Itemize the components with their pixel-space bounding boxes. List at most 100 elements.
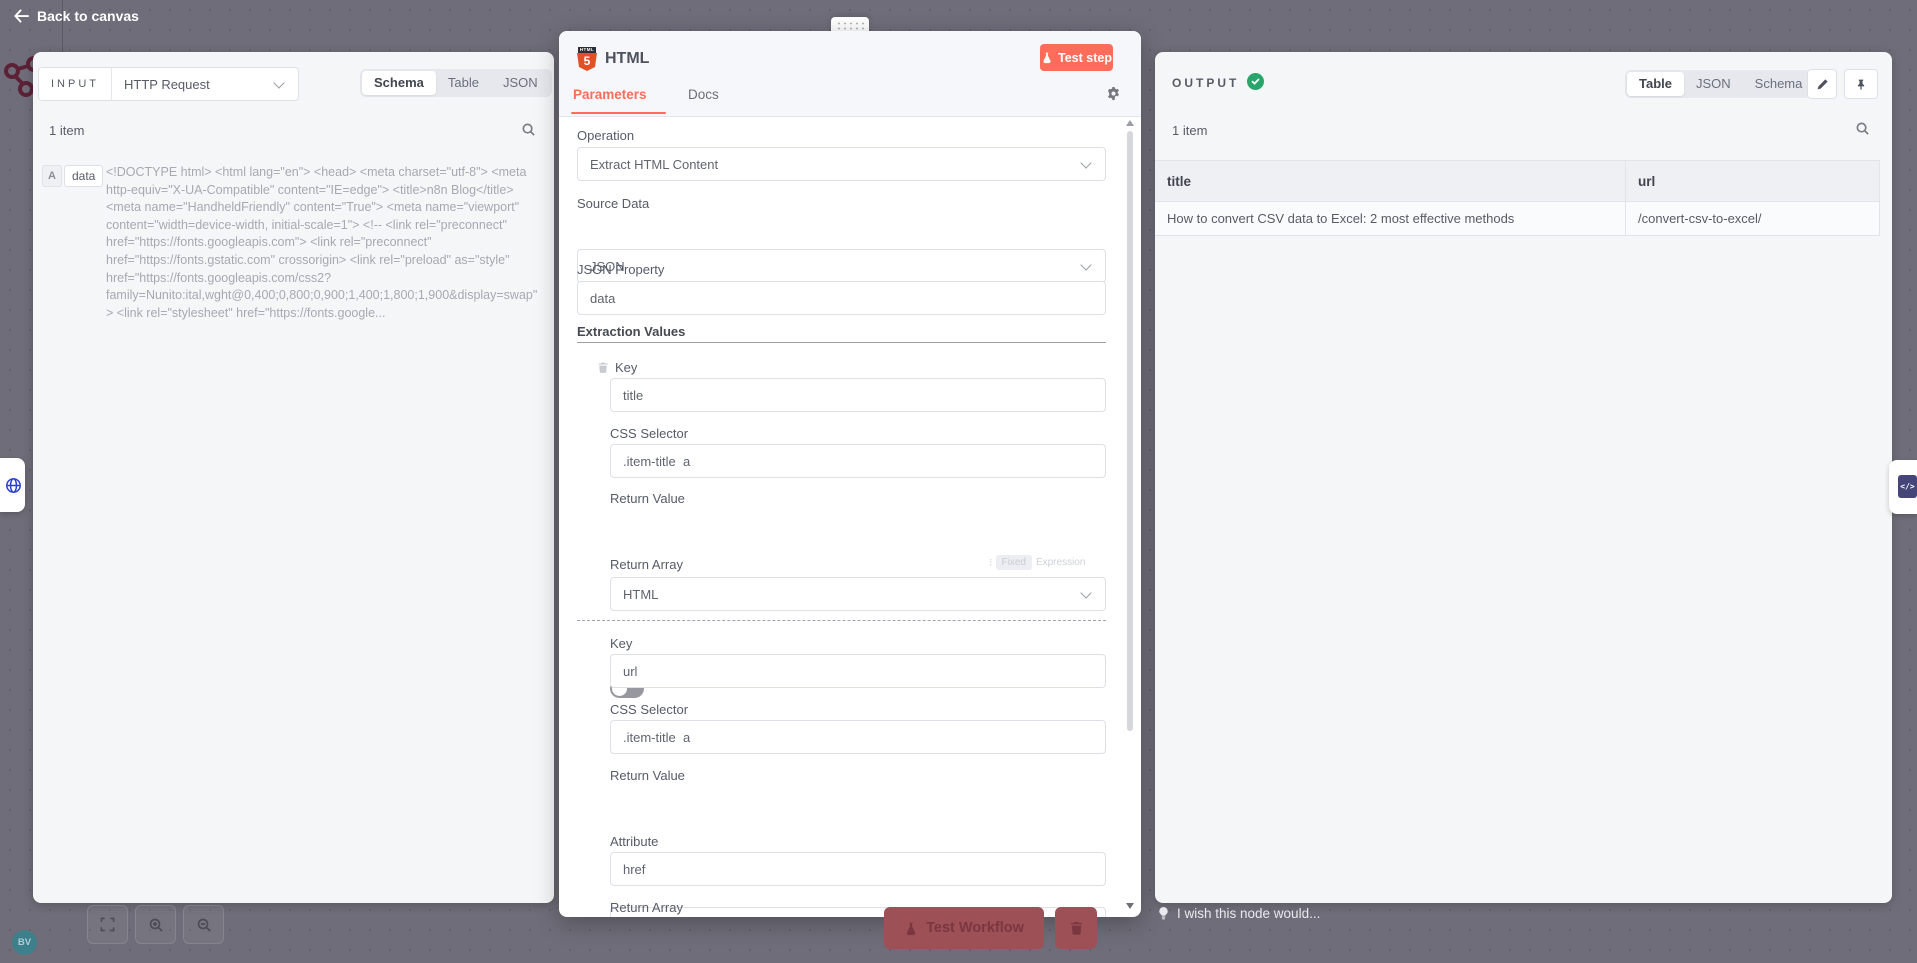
flask-icon [1041, 51, 1053, 64]
scrollbar-up-arrow[interactable] [1126, 120, 1134, 126]
section-divider [577, 342, 1106, 343]
schema-type-badge: A [42, 165, 62, 187]
input-tab-table[interactable]: Table [436, 71, 491, 95]
return-value-label: Return Value [610, 491, 685, 506]
search-icon[interactable] [1855, 121, 1870, 141]
return-value-value: HTML [623, 587, 658, 602]
column-header-title[interactable]: title [1155, 161, 1626, 201]
html5-node-icon: HTML5 [577, 47, 597, 71]
css-selector-input[interactable] [610, 720, 1106, 754]
zoom-out-button[interactable] [183, 905, 224, 944]
input-tab-schema[interactable]: Schema [362, 71, 436, 95]
pencil-icon [1816, 78, 1829, 91]
zoom-to-fit-button[interactable] [87, 905, 128, 944]
table-header-row: title url [1155, 161, 1879, 202]
tab-docs[interactable]: Docs [688, 87, 719, 102]
tab-parameters[interactable]: Parameters [573, 87, 647, 102]
zoom-out-icon [196, 917, 212, 933]
test-step-button[interactable]: Test step [1040, 44, 1113, 71]
return-value-label: Return Value [610, 768, 685, 783]
input-node-edge-tab[interactable] [0, 458, 25, 512]
node-title: HTML [605, 50, 649, 68]
css-selector-label: CSS Selector [610, 426, 688, 441]
output-panel: OUTPUT Table JSON Schema 1 item title ur… [1155, 52, 1892, 903]
input-tab-json[interactable]: JSON [491, 71, 550, 95]
node-feedback-link[interactable]: I wish this node would... [1158, 906, 1320, 921]
drag-dots-icon [836, 21, 864, 30]
key-label: Key [615, 360, 637, 375]
active-tab-underline [571, 112, 666, 114]
json-property-input[interactable] [577, 281, 1106, 315]
delete-item-icon[interactable] [597, 361, 609, 379]
table-row[interactable]: How to convert CSV data to Excel: 2 most… [1155, 202, 1879, 235]
delete-node-button[interactable] [1055, 907, 1097, 949]
cell-url: /convert-csv-to-excel/ [1626, 202, 1879, 235]
return-array-label: Return Array [610, 900, 683, 915]
code-icon: </> [1898, 475, 1917, 498]
flask-icon [904, 921, 918, 936]
search-icon[interactable] [521, 122, 536, 142]
operation-label: Operation [577, 128, 634, 143]
schema-field-name[interactable]: data [64, 165, 103, 187]
http-request-globe-icon [5, 477, 22, 494]
drag-dots-icon: ⁝ [989, 556, 992, 569]
input-source-select[interactable]: INPUT HTTP Request [38, 67, 299, 101]
attribute-label: Attribute [610, 834, 658, 849]
test-workflow-label: Test Workflow [926, 920, 1024, 936]
output-tab-schema[interactable]: Schema [1743, 72, 1815, 96]
modal-header: HTML5 HTML Test step Parameters Docs [559, 31, 1141, 117]
return-value-select[interactable]: HTML [610, 577, 1106, 611]
expression-option[interactable]: Expression [1036, 557, 1085, 568]
key-input[interactable] [610, 378, 1106, 412]
input-view-tabs: Schema Table JSON [360, 69, 552, 97]
key-input[interactable] [610, 654, 1106, 688]
chevron-down-icon [1080, 587, 1091, 598]
key-label: Key [610, 636, 632, 651]
operation-select[interactable]: Extract HTML Content [577, 147, 1106, 181]
node-feedback-label: I wish this node would... [1177, 906, 1320, 921]
back-to-canvas-button[interactable]: Back to canvas [14, 8, 139, 24]
zoom-in-button[interactable] [135, 905, 176, 944]
trash-icon [1069, 920, 1084, 936]
output-table: title url How to convert CSV data to Exc… [1155, 160, 1880, 236]
css-selector-input[interactable] [610, 444, 1106, 478]
fixed-option[interactable]: Fixed [996, 555, 1032, 570]
input-panel: INPUT HTTP Request Schema Table JSON 1 i… [33, 52, 554, 903]
node-settings-gear-icon[interactable] [1106, 86, 1121, 106]
output-tab-json[interactable]: JSON [1684, 72, 1743, 96]
scrollbar-down-arrow[interactable] [1126, 903, 1134, 909]
cell-title: How to convert CSV data to Excel: 2 most… [1155, 202, 1626, 235]
lightbulb-icon [1158, 906, 1169, 921]
success-check-icon [1247, 73, 1264, 90]
sidebar-edge-divider [62, 0, 63, 52]
output-tab-table[interactable]: Table [1627, 72, 1684, 96]
pin-data-button[interactable] [1844, 69, 1878, 99]
output-panel-label: OUTPUT [1172, 76, 1239, 90]
return-array-label: Return Array [610, 557, 683, 572]
html-node-edge-tab[interactable]: </> [1889, 460, 1917, 514]
modal-scrollbar[interactable] [1127, 131, 1133, 731]
source-data-label: Source Data [577, 196, 649, 211]
expand-icon [100, 917, 115, 932]
column-header-url[interactable]: url [1626, 161, 1879, 201]
input-items-count: 1 item [49, 123, 84, 138]
back-arrow-icon [14, 9, 29, 23]
schema-field-value: <!DOCTYPE html> <html lang="en"> <head> … [106, 164, 538, 322]
fixed-expression-toggle[interactable]: ⁝ Fixed Expression [989, 555, 1085, 570]
output-view-tabs: Table JSON Schema [1625, 70, 1816, 98]
pin-icon [1855, 78, 1867, 91]
edit-output-button[interactable] [1807, 69, 1837, 99]
input-panel-label: INPUT [39, 68, 112, 100]
test-step-label: Test step [1058, 51, 1112, 65]
user-avatar[interactable]: BV [12, 930, 37, 955]
output-items-count: 1 item [1172, 123, 1207, 138]
css-selector-label: CSS Selector [610, 702, 688, 717]
back-to-canvas-label: Back to canvas [37, 8, 139, 24]
chevron-down-icon [273, 77, 284, 88]
chevron-down-icon [1080, 259, 1091, 270]
item-separator [577, 620, 1106, 621]
extraction-values-title: Extraction Values [577, 324, 685, 339]
operation-value: Extract HTML Content [590, 157, 718, 172]
test-workflow-button[interactable]: Test Workflow [884, 907, 1044, 949]
attribute-input[interactable] [610, 852, 1106, 886]
